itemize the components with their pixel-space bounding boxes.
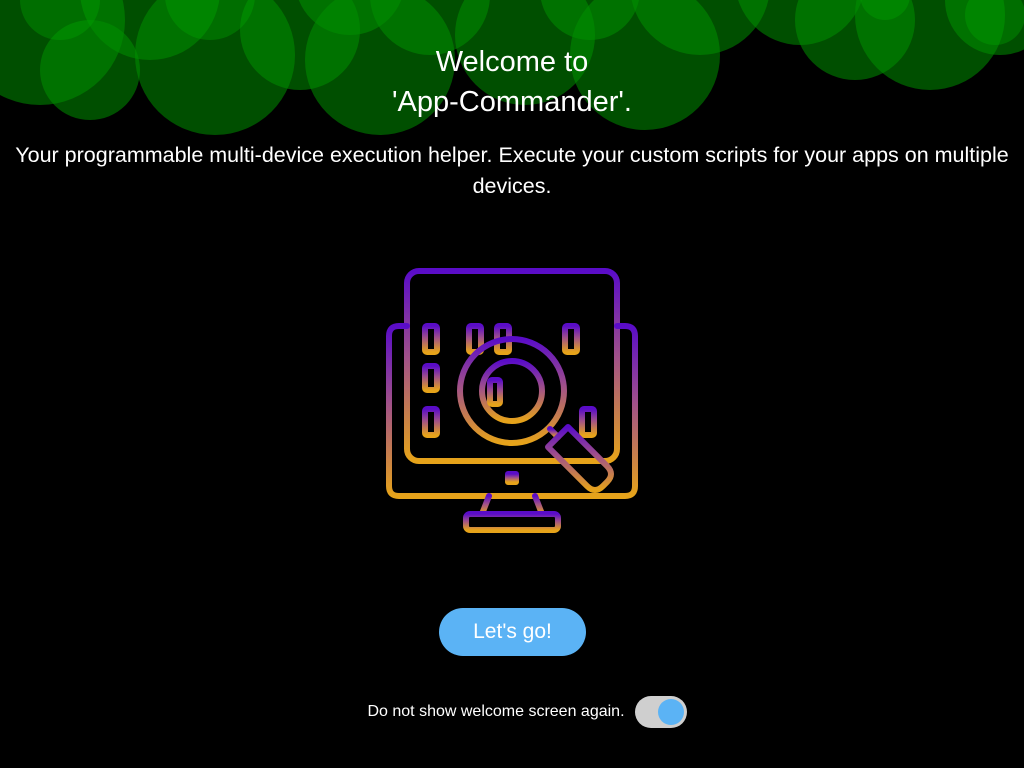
- welcome-subtitle: Your programmable multi-device execution…: [15, 143, 1009, 198]
- lets-go-button[interactable]: Let's go!: [439, 608, 586, 656]
- welcome-title-line-2: 'App-Commander'.: [392, 86, 632, 118]
- welcome-title: Welcome to 'App-Commander'.: [0, 42, 1024, 122]
- hide-welcome-toggle[interactable]: [634, 696, 687, 728]
- hide-welcome-label: Do not show welcome screen again.: [367, 703, 625, 720]
- toggle-knob: [657, 699, 684, 725]
- monitor-binary-magnifier-icon: [386, 268, 638, 533]
- welcome-title-line-1: Welcome to: [435, 46, 589, 78]
- hide-welcome-setting: Do not show welcome screen again.: [0, 695, 1024, 729]
